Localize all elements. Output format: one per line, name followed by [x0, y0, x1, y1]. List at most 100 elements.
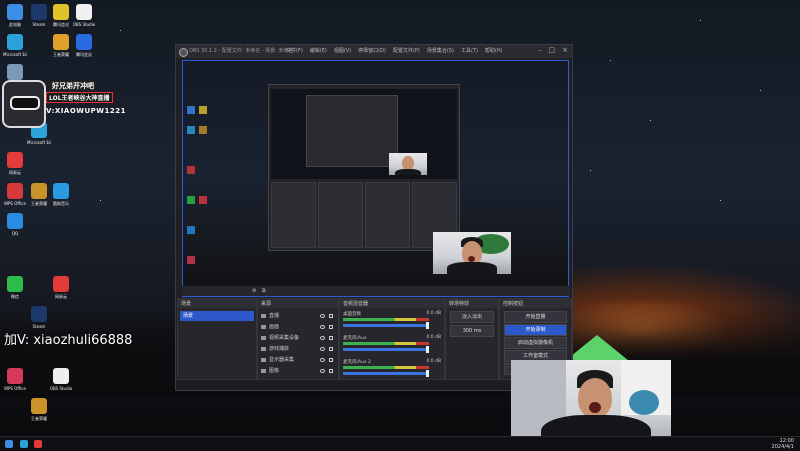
- lock-icon[interactable]: [329, 325, 333, 329]
- lock-icon[interactable]: [329, 336, 333, 340]
- transitions-dock: 转场特效 淡入淡出 300 ms: [445, 298, 499, 390]
- visibility-eye-icon[interactable]: [320, 347, 325, 351]
- obs-titlebar[interactable]: OBS 30.1.2 - 配置文件: 未命名 - 场景: 未命名 文件(F) 编…: [176, 45, 572, 58]
- menu-file[interactable]: 文件(F): [286, 47, 303, 54]
- source-type-icon: [261, 325, 266, 329]
- preview-toolbar: ⚙ ⧉: [182, 286, 570, 296]
- menu-docks[interactable]: 停靠窗口(D): [358, 47, 386, 54]
- menu-scene-collection[interactable]: 场景集合(S): [427, 47, 454, 54]
- settings-gear-icon[interactable]: ⚙: [252, 286, 256, 296]
- desktop-icon-edge[interactable]: Microsoft Edge: [3, 34, 27, 64]
- source-item[interactable]: 直播: [261, 311, 335, 321]
- nested-obs-capture: [268, 84, 460, 251]
- desktop-icon-kugou[interactable]: 酷狗音乐: [49, 183, 73, 213]
- steam-icon: [31, 306, 47, 322]
- source-type-icon: [261, 358, 266, 362]
- wps-icon: [7, 368, 23, 384]
- mixer-channel[interactable]: 桌面音频 0.0 dB: [343, 311, 441, 333]
- scene-item[interactable]: 场景: [180, 311, 254, 321]
- desktop-icon-game3[interactable]: 王者荣耀: [49, 34, 73, 64]
- system-clock[interactable]: 12:00 2024/4/1: [772, 438, 794, 450]
- desktop-icon-obs[interactable]: OBS Studio: [49, 368, 73, 398]
- desktop-icon-file[interactable]: OBS Studio: [72, 4, 96, 34]
- level-meter: [343, 366, 429, 369]
- menu-edit[interactable]: 编辑(E): [310, 47, 327, 54]
- start-icon[interactable]: [5, 440, 13, 448]
- volume-slider[interactable]: [343, 346, 429, 353]
- minimize-icon[interactable]: –: [539, 46, 543, 54]
- desktop-icon-qq[interactable]: QQ: [3, 213, 27, 243]
- obs-window[interactable]: OBS 30.1.2 - 配置文件: 未命名 - 场景: 未命名 文件(F) 编…: [175, 44, 573, 391]
- file-icon: [76, 4, 92, 20]
- obs-taskbar-icon[interactable]: [34, 440, 42, 448]
- obs-title: OBS 30.1.2 - 配置文件: 未命名 - 场景: 未命名: [189, 48, 294, 54]
- scenes-dock: 场景 场景 + ▭ ▢ ⌃ ⌄: [177, 298, 257, 390]
- menu-tools[interactable]: 工具(T): [461, 47, 478, 54]
- music-icon: [53, 276, 69, 292]
- lock-icon[interactable]: [329, 369, 333, 373]
- obs-preview[interactable]: [182, 60, 569, 297]
- menu-view[interactable]: 视图(V): [334, 47, 351, 54]
- transition-duration[interactable]: 300 ms: [450, 325, 494, 337]
- source-item[interactable]: 视频采集设备: [261, 333, 335, 343]
- desktop-icon-wps[interactable]: WPS Office: [3, 183, 27, 213]
- desktop-icon-wechat[interactable]: 微信: [3, 276, 27, 306]
- game-icon: [31, 183, 47, 199]
- visibility-eye-icon[interactable]: [320, 314, 325, 318]
- virtual-camera-button[interactable]: 启动虚拟摄像机: [504, 337, 567, 349]
- filters-icon[interactable]: ⧉: [262, 286, 266, 296]
- maximize-icon[interactable]: □: [548, 46, 555, 54]
- visibility-eye-icon[interactable]: [320, 358, 325, 362]
- desktop-icon-meeting[interactable]: 腾讯会议: [49, 4, 73, 34]
- overlay-line-2: LOL王者峡谷大神直播: [46, 92, 113, 103]
- meeting-icon: [76, 34, 92, 50]
- start-recording-button[interactable]: 开始录制: [504, 324, 567, 336]
- lock-icon[interactable]: [329, 358, 333, 362]
- sources-header: 来源: [261, 301, 272, 307]
- source-type-icon: [261, 314, 266, 318]
- transition-type-select[interactable]: 淡入淡出: [450, 311, 494, 323]
- desktop-icon-music2[interactable]: 网易云: [49, 276, 73, 306]
- source-type-icon: [261, 336, 266, 340]
- mixer-channel[interactable]: 麦克风/Aux 0.0 dB: [343, 335, 441, 357]
- desktop-icon-meeting2[interactable]: 腾讯会议: [72, 34, 96, 64]
- lock-icon[interactable]: [329, 314, 333, 318]
- desktop-icon-steam[interactable]: Steam: [27, 4, 51, 34]
- overlay-line-1: 好兄弟开冲吧: [49, 81, 97, 91]
- sources-dock: 来源 直播 画面 视频采集设备 游戏捕获 显示器采集 图像 + ▭ ⚙ ⌃ ⌄: [257, 298, 339, 390]
- menu-help[interactable]: 帮助(H): [485, 47, 503, 54]
- volume-slider[interactable]: [343, 322, 429, 329]
- mascot-icon: [2, 80, 46, 128]
- obs-app-icon: [179, 48, 188, 57]
- desktop-icon-music[interactable]: 网易云: [3, 152, 27, 182]
- source-item[interactable]: 游戏捕获: [261, 344, 335, 354]
- recycle-bin-icon: [7, 64, 23, 80]
- source-item[interactable]: 显示器采集: [261, 355, 335, 365]
- desktop-icon-computer[interactable]: 此电脑: [3, 4, 27, 34]
- controls-header: 控制按钮: [503, 301, 524, 307]
- desktop-icon-game[interactable]: 王者荣耀: [27, 183, 51, 213]
- visibility-eye-icon[interactable]: [320, 325, 325, 329]
- game-icon: [53, 34, 69, 50]
- stream-overlay-badge: 好兄弟开冲吧 LOL王者峡谷大神直播 V:XIAOWUPW1221: [2, 80, 127, 128]
- desktop-icon-wps2[interactable]: WPS Office: [3, 368, 27, 398]
- mixer-channel[interactable]: 麦克风/Aux 2 0.0 dB: [343, 359, 441, 381]
- menu-profile[interactable]: 配置文件(P): [393, 47, 420, 54]
- audio-mixer-dock: 音频混音器 桌面音频 0.0 dB 麦克风/Aux 0.0 dB 麦克风/Aux 2…: [339, 298, 445, 390]
- transitions-header: 转场特效: [449, 301, 470, 307]
- webcam-overlay: [511, 360, 671, 436]
- source-item[interactable]: 图像: [261, 366, 335, 376]
- visibility-eye-icon[interactable]: [320, 336, 325, 340]
- desktop-icon-game2[interactable]: 王者荣耀: [27, 398, 51, 428]
- overlay-line-3: V:XIAOWUPW1221: [46, 107, 127, 115]
- wps-icon: [7, 183, 23, 199]
- start-streaming-button[interactable]: 开始直播: [504, 311, 567, 323]
- volume-slider[interactable]: [343, 370, 429, 377]
- wechat-contact-text: 加V: xiaozhuli66888: [4, 333, 133, 348]
- edge-icon[interactable]: [20, 440, 28, 448]
- close-icon[interactable]: ×: [562, 46, 568, 54]
- music-icon: [7, 152, 23, 168]
- lock-icon[interactable]: [329, 347, 333, 351]
- visibility-eye-icon[interactable]: [320, 369, 325, 373]
- source-item[interactable]: 画面: [261, 322, 335, 332]
